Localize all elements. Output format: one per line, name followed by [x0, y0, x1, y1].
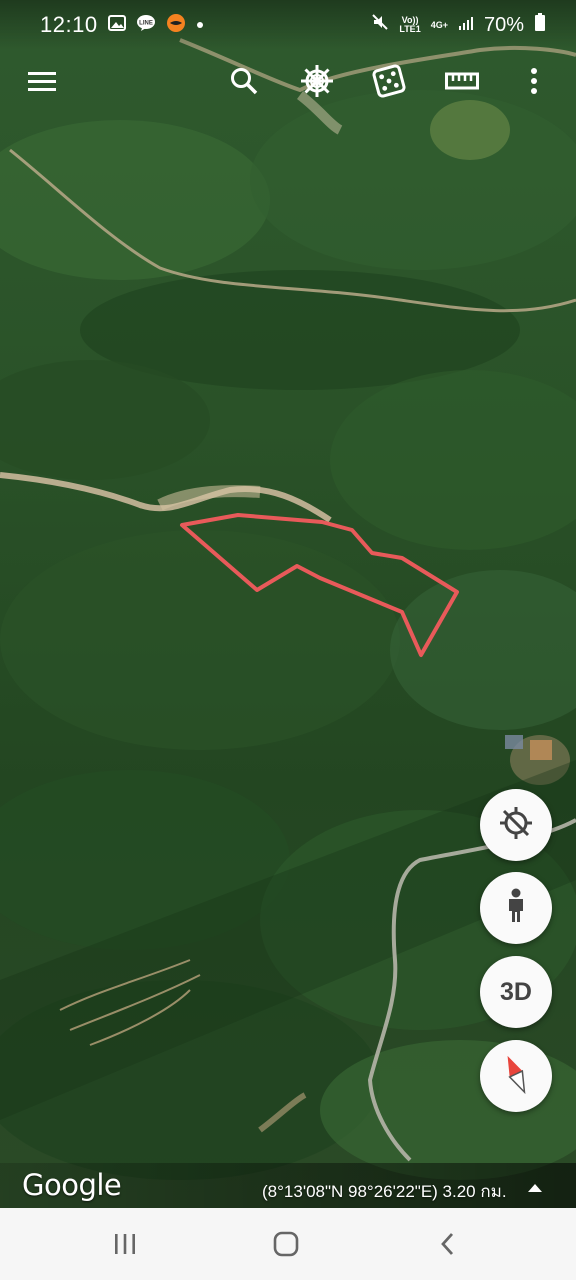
system-nav-bar — [0, 1208, 576, 1280]
3d-toggle-button[interactable]: 3D — [480, 956, 552, 1028]
voyager-icon[interactable] — [297, 61, 337, 101]
recent-apps-icon[interactable] — [105, 1226, 145, 1262]
3d-label: 3D — [500, 977, 532, 1006]
satellite-map[interactable] — [0, 0, 576, 1208]
expand-info-icon[interactable] — [525, 1180, 545, 1196]
dot-icon — [196, 16, 204, 34]
volte-indicator: Vo)) LTE1 — [399, 15, 421, 34]
status-bar: 12:10 LINE Vo)) LTE1 4G+ 70% — [0, 0, 576, 50]
my-location-button[interactable] — [480, 789, 552, 861]
satellite-imagery — [0, 0, 576, 1208]
line-icon: LINE — [136, 14, 156, 37]
coordinates-readout: (8°13'08"N 98°26'22"E) 3.20 กม. — [262, 1182, 507, 1201]
battery-level: 70% — [483, 13, 524, 36]
home-icon[interactable] — [266, 1226, 306, 1262]
feeling-lucky-icon[interactable] — [369, 61, 409, 101]
back-icon[interactable] — [428, 1226, 468, 1262]
measure-icon[interactable] — [442, 61, 482, 101]
map-toolbar — [0, 55, 576, 107]
message-icon — [166, 13, 186, 38]
pegman-icon — [504, 888, 528, 929]
gallery-icon — [107, 14, 126, 36]
compass-button[interactable] — [480, 1040, 552, 1112]
network-type: 4G+ — [430, 19, 448, 30]
battery-icon — [534, 13, 546, 37]
status-time: 12:10 — [40, 12, 98, 37]
signal-icon — [458, 14, 474, 37]
mute-icon — [371, 13, 389, 37]
svg-text:LINE: LINE — [139, 20, 153, 26]
google-logo: Google — [22, 1168, 122, 1202]
menu-icon[interactable] — [22, 61, 62, 101]
more-icon[interactable] — [514, 61, 554, 101]
search-icon[interactable] — [224, 61, 264, 101]
compass-icon — [498, 1052, 534, 1101]
street-view-button[interactable] — [480, 872, 552, 944]
location-disabled-icon — [498, 805, 534, 846]
